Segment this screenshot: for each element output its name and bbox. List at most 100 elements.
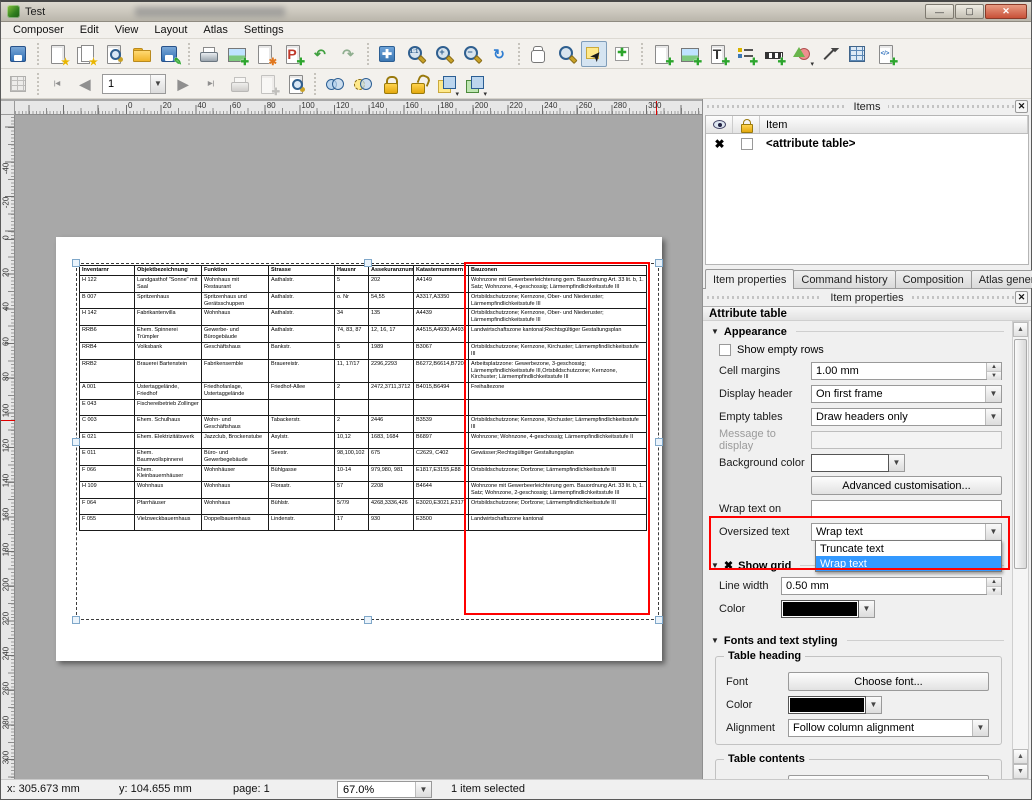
redo-button[interactable]: ↷ xyxy=(335,41,361,67)
items-panel-close-icon[interactable]: ✕ xyxy=(1015,100,1028,113)
chevron-down-icon[interactable]: ▼ xyxy=(889,454,905,472)
export-pdf-button[interactable]: P✚ xyxy=(279,41,305,67)
load-from-template-button[interactable] xyxy=(128,41,154,67)
scroll-up-icon[interactable]: ▲ xyxy=(1013,322,1028,337)
group-items-button[interactable] xyxy=(321,71,347,97)
add-image-button[interactable]: ✚ xyxy=(676,41,702,67)
properties-scrollbar[interactable]: ▲ ▲ ▼ xyxy=(1012,321,1029,780)
pan-button[interactable] xyxy=(525,41,551,67)
menu-edit[interactable]: Edit xyxy=(72,23,107,37)
add-html-button[interactable]: </>✚ xyxy=(872,41,898,67)
spin-down-icon[interactable]: ▼ xyxy=(987,372,1001,380)
heading-choose-font-button[interactable]: Choose font... xyxy=(788,672,989,691)
attribute-table-item[interactable]: InventarnrObjektbezeichnungFunktionStras… xyxy=(79,265,648,621)
first-feature-button[interactable]: |◀ xyxy=(44,71,70,97)
item-properties-close-icon[interactable]: ✕ xyxy=(1015,291,1028,304)
select-move-item-button[interactable]: ➤ xyxy=(581,41,607,67)
raise-items-button[interactable]: ▾ xyxy=(433,71,459,97)
zoom-full-button[interactable]: ✚ xyxy=(374,41,400,67)
zoom-region-button[interactable] xyxy=(553,41,579,67)
wrap-text-on-input[interactable] xyxy=(811,500,1002,518)
chevron-down-icon[interactable]: ▼ xyxy=(150,75,165,93)
preview-atlas-button[interactable] xyxy=(282,71,308,97)
selection-handle[interactable] xyxy=(72,438,80,446)
color-swatch[interactable] xyxy=(788,696,866,714)
chevron-down-icon[interactable]: ▼ xyxy=(985,409,1001,425)
selection-handle[interactable] xyxy=(364,616,372,624)
lock-items-button[interactable] xyxy=(377,71,403,97)
color-swatch[interactable] xyxy=(781,600,859,618)
selection-handle[interactable] xyxy=(655,259,663,267)
chevron-down-icon[interactable]: ▼ xyxy=(985,524,1001,540)
add-arrow-button[interactable] xyxy=(816,41,842,67)
oversized-text-combo[interactable]: Wrap text ▼ xyxy=(811,523,1002,541)
previous-feature-button[interactable]: ◀ xyxy=(72,71,98,97)
items-tree-row[interactable]: ✖ <attribute table> xyxy=(706,134,1028,153)
spin-buttons[interactable]: ▲▼ xyxy=(986,363,1001,379)
selection-handle[interactable] xyxy=(364,259,372,267)
composition-canvas[interactable]: InventarnrObjektbezeichnungFunktionStras… xyxy=(15,115,702,782)
visible-checkbox[interactable]: ✖ xyxy=(714,137,724,151)
show-grid-checkbox[interactable]: ✖ xyxy=(724,559,733,572)
tab-composition[interactable]: Composition xyxy=(895,270,972,288)
menu-composer[interactable]: Composer xyxy=(5,23,72,37)
menu-view[interactable]: View xyxy=(107,23,147,37)
scroll-down-icon[interactable]: ▼ xyxy=(1013,764,1028,779)
tab-atlas-generation[interactable]: Atlas generation xyxy=(971,270,1032,288)
chevron-down-icon[interactable]: ▼ xyxy=(415,782,431,797)
cell-margins-spinbox[interactable]: 1.00 mm ▲▼ xyxy=(811,362,1002,380)
zoom-level-combo[interactable]: 67.0% ▼ xyxy=(337,781,432,798)
background-color-picker[interactable]: ▼ xyxy=(811,454,905,472)
move-content-button[interactable]: ✚ xyxy=(609,41,635,67)
locked-checkbox[interactable] xyxy=(741,138,753,150)
align-items-button[interactable]: ▾ xyxy=(461,71,487,97)
undo-button[interactable]: ↶ xyxy=(307,41,333,67)
selection-handle[interactable] xyxy=(655,616,663,624)
spin-buttons[interactable]: ▲▼ xyxy=(986,578,1001,594)
dropdown-option-truncate-text[interactable]: Truncate text xyxy=(816,541,1001,556)
zoom-in-button[interactable]: + xyxy=(430,41,456,67)
chevron-down-icon[interactable]: ▼ xyxy=(985,386,1001,402)
add-map-button[interactable]: ✚ xyxy=(648,41,674,67)
scroll-up-icon[interactable]: ▲ xyxy=(1013,749,1028,764)
print-button[interactable] xyxy=(195,41,221,67)
last-feature-button[interactable]: ▶| xyxy=(198,71,224,97)
maximize-button[interactable]: ▢ xyxy=(955,4,984,19)
scrollbar-thumb[interactable] xyxy=(1014,339,1027,569)
save-project-button[interactable] xyxy=(5,41,31,67)
composer-manager-button[interactable] xyxy=(100,41,126,67)
unlock-items-button[interactable] xyxy=(405,71,431,97)
atlas-page-combo[interactable]: 1▼ xyxy=(102,74,166,94)
add-scalebar-button[interactable]: ✚ xyxy=(760,41,786,67)
selection-handle[interactable] xyxy=(72,259,80,267)
advanced-customisation-button[interactable]: Advanced customisation... xyxy=(811,476,1002,495)
fonts-section-header[interactable]: ▼ Fonts and text styling xyxy=(711,633,1004,648)
new-composer-button[interactable]: ★ xyxy=(44,41,70,67)
close-button[interactable]: ✕ xyxy=(985,4,1027,19)
add-attribute-table-button[interactable] xyxy=(844,41,870,67)
show-empty-rows-checkbox[interactable] xyxy=(719,344,731,356)
add-shape-button[interactable]: ▾ xyxy=(788,41,814,67)
color-swatch[interactable] xyxy=(811,454,889,472)
spin-up-icon[interactable]: ▲ xyxy=(987,578,1001,587)
zoom-out-button[interactable]: − xyxy=(458,41,484,67)
line-width-spinbox[interactable]: 0.50 mm ▲▼ xyxy=(781,577,1002,595)
refresh-button[interactable]: ↻ xyxy=(486,41,512,67)
menu-layout[interactable]: Layout xyxy=(146,23,195,37)
spin-up-icon[interactable]: ▲ xyxy=(987,363,1001,372)
chevron-down-icon[interactable]: ▼ xyxy=(859,600,875,618)
duplicate-composer-button[interactable]: ★ xyxy=(72,41,98,67)
menu-settings[interactable]: Settings xyxy=(236,23,292,37)
dropdown-option-wrap-text[interactable]: Wrap text xyxy=(816,556,1001,571)
minimize-button[interactable]: — xyxy=(925,4,954,19)
tab-item-properties[interactable]: Item properties xyxy=(705,269,794,289)
add-label-button[interactable]: T✚ xyxy=(704,41,730,67)
export-svg-button[interactable]: ✱ xyxy=(251,41,277,67)
appearance-section-header[interactable]: ▼ Appearance xyxy=(711,324,1004,339)
heading-color-picker[interactable]: ▼ xyxy=(788,696,882,714)
save-as-template-button[interactable]: ✎ xyxy=(156,41,182,67)
chevron-down-icon[interactable]: ▼ xyxy=(972,720,988,736)
selection-handle[interactable] xyxy=(72,616,80,624)
selection-handle[interactable] xyxy=(655,438,663,446)
display-header-combo[interactable]: On first frame ▼ xyxy=(811,385,1002,403)
